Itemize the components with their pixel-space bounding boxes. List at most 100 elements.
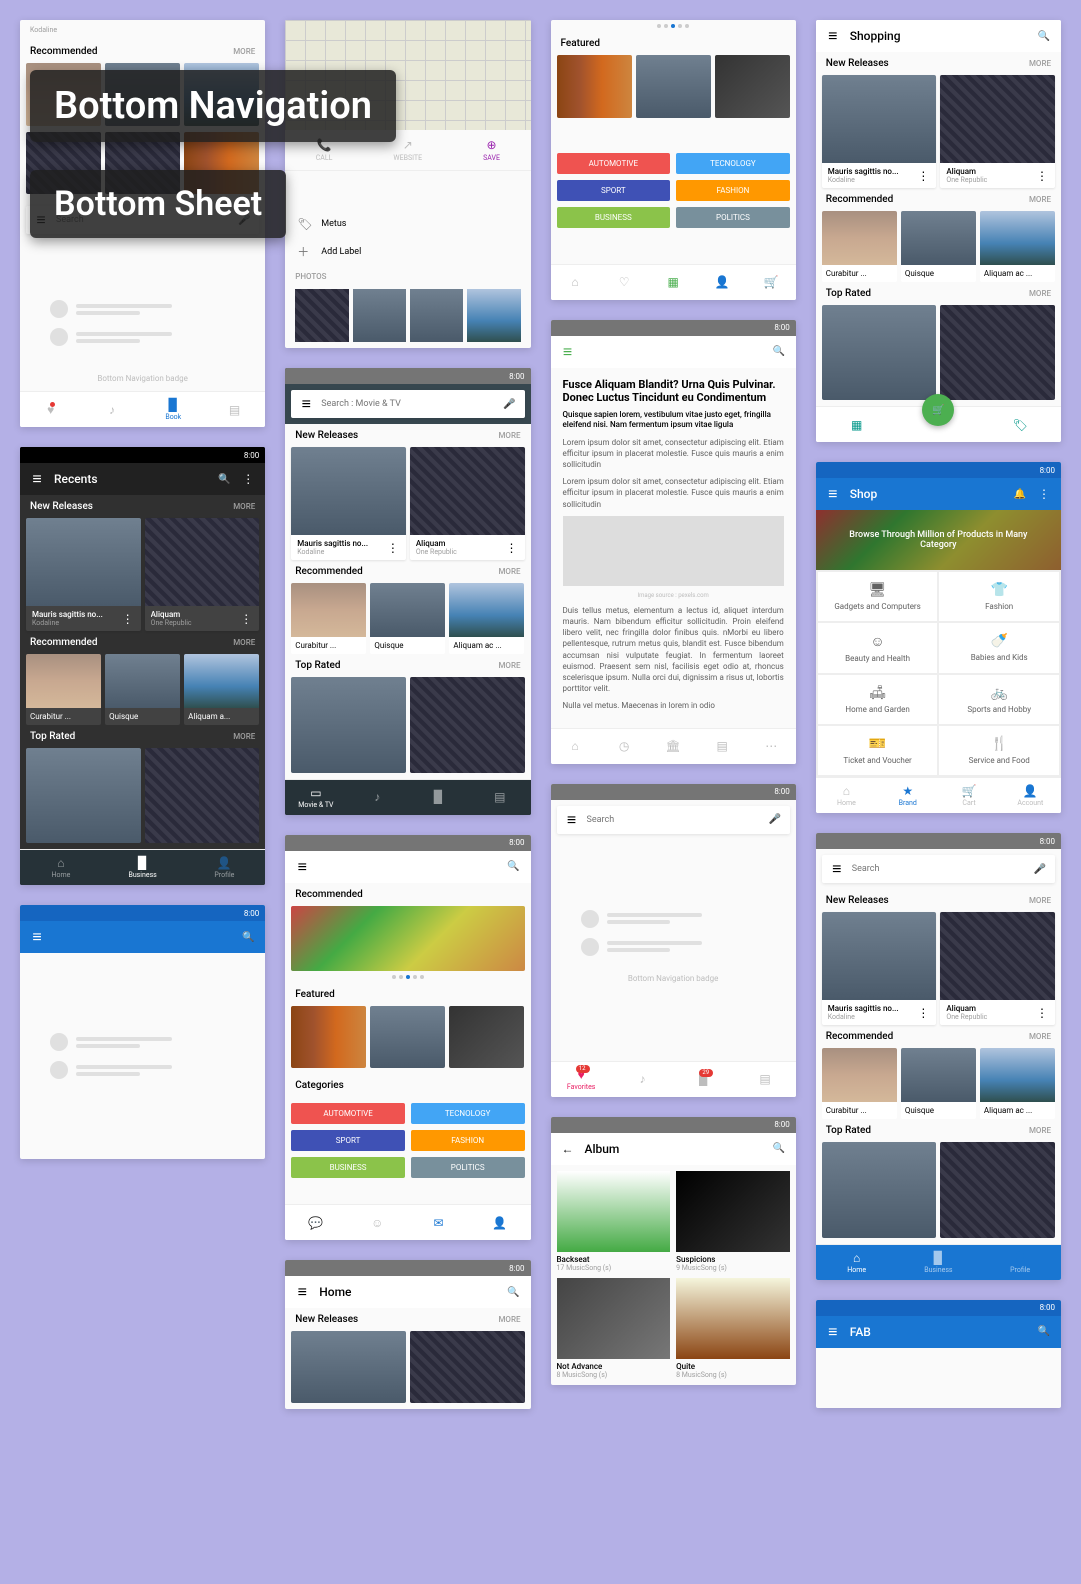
mic-icon[interactable]	[768, 813, 782, 827]
cat-business[interactable]: BUSINESS	[291, 1157, 405, 1178]
mic-icon[interactable]	[503, 397, 517, 411]
search-icon[interactable]	[217, 472, 231, 486]
menu-icon[interactable]	[826, 29, 840, 43]
menu-icon[interactable]	[299, 397, 313, 411]
cat-beauty[interactable]: ☺Beauty and Health	[818, 623, 938, 673]
cat-sport[interactable]: SPORT	[291, 1130, 405, 1151]
cat-automotive[interactable]: AUTOMOTIVE	[291, 1103, 405, 1124]
list-item-metus[interactable]: 🏷Metus	[285, 211, 530, 237]
phone-shopping: Shopping New ReleasesMORE Mauris sagitti…	[816, 20, 1061, 442]
more-icon[interactable]	[1037, 487, 1051, 501]
mic-icon[interactable]	[1033, 862, 1047, 876]
back-icon[interactable]	[561, 1142, 575, 1156]
menu-icon[interactable]	[30, 472, 44, 486]
nav-apps[interactable]: ▦	[816, 418, 898, 432]
search-input[interactable]	[587, 815, 760, 825]
search-input[interactable]	[321, 399, 494, 409]
phone-album: 8:00 Album Backseat17 MusicSong (s) Susp…	[551, 1117, 796, 1385]
nav-profile[interactable]: 👤Profile	[979, 1251, 1061, 1274]
list-item-add-label[interactable]: ＋Add Label	[285, 237, 530, 266]
nav-home[interactable]: ⌂	[551, 275, 600, 289]
bottom-nav: ♥Favorites ♪ ▉ ▤	[551, 1061, 796, 1097]
card-more[interactable]	[239, 612, 253, 626]
cat-ticket[interactable]: 🎫Ticket and Voucher	[818, 726, 938, 775]
menu-icon[interactable]	[295, 860, 309, 874]
album-item[interactable]: Backseat17 MusicSong (s)	[557, 1171, 671, 1272]
cat-gadgets[interactable]: 🖥Gadgets and Computers	[818, 572, 938, 621]
cat-fashion[interactable]: 👕Fashion	[939, 572, 1059, 621]
cat-politics[interactable]: POLITICS	[411, 1157, 525, 1178]
card-more[interactable]	[121, 612, 135, 626]
search-input[interactable]	[852, 864, 1025, 874]
nav-grid[interactable]: ▦	[649, 275, 698, 289]
nav-home[interactable]: ⌂Home	[20, 856, 102, 879]
card[interactable]: Mauris sagittis no...Kodaline	[26, 518, 141, 631]
album-item[interactable]: Not Advance8 MusicSong (s)	[557, 1278, 671, 1379]
more-link[interactable]: MORE	[233, 47, 255, 56]
search-icon[interactable]	[507, 1285, 521, 1299]
album-item[interactable]: Suspicions9 MusicSong (s)	[676, 1171, 790, 1272]
menu-icon[interactable]	[565, 813, 579, 827]
nav-news[interactable]: ▤	[204, 403, 265, 417]
phone-search-badge: 8:00 Bottom Navigation badge ♥Favorites …	[551, 784, 796, 1097]
nav-cart[interactable]: 🛒Cart	[938, 784, 999, 807]
photo[interactable]	[467, 289, 520, 342]
menu-icon[interactable]	[826, 487, 840, 501]
nav-book[interactable]: ▉Book	[143, 398, 204, 421]
more-icon[interactable]	[241, 472, 255, 486]
phone-shop: 8:00 Shop Browse Through Million of Prod…	[816, 462, 1061, 813]
nav-profile[interactable]: 👤	[698, 275, 747, 289]
photo[interactable]	[410, 289, 463, 342]
nav-account[interactable]: 👤Account	[1000, 784, 1061, 807]
nav-business[interactable]: ▉Business	[102, 856, 184, 879]
search-icon[interactable]	[1037, 1325, 1051, 1339]
cat-technology[interactable]: TECNOLOGY	[411, 1103, 525, 1124]
nav-brand[interactable]: ★Brand	[877, 784, 938, 807]
action-website[interactable]: ↗WEBSITE	[393, 138, 422, 162]
search-icon[interactable]	[507, 860, 521, 874]
nav-business[interactable]: ▉Business	[898, 1251, 980, 1274]
nav-music[interactable]: ♪	[81, 403, 142, 417]
search-icon[interactable]	[1037, 29, 1051, 43]
nav-tags[interactable]: 🏷	[979, 418, 1061, 432]
search-icon[interactable]	[241, 930, 255, 944]
nav-profile[interactable]: 👤Profile	[184, 856, 266, 879]
cat-service[interactable]: 🍴Service and Food	[939, 726, 1059, 775]
album-item[interactable]: Quite8 MusicSong (s)	[676, 1278, 790, 1379]
small-card[interactable]: Curabitur ...	[26, 654, 101, 725]
cat-babies[interactable]: 🍼Babies and Kids	[939, 623, 1059, 673]
card[interactable]: AliquamOne Republic	[145, 518, 260, 631]
bottom-nav: ⌂ ♡ ▦ 👤 🛒	[551, 264, 796, 300]
menu-icon[interactable]	[30, 930, 44, 944]
menu-icon[interactable]	[561, 345, 575, 359]
status-time: 8:00	[244, 451, 259, 460]
small-card[interactable]: Quisque	[105, 654, 180, 725]
menu-icon[interactable]	[826, 1325, 840, 1339]
stroller-icon: 🍼	[990, 633, 1007, 649]
nav-home[interactable]: ⌂Home	[816, 784, 877, 807]
nav-cart[interactable]: 🛒	[747, 275, 796, 289]
hero-image[interactable]	[291, 906, 524, 971]
nav-home[interactable]: ⌂Home	[816, 1251, 898, 1274]
shirt-icon: 👕	[990, 582, 1007, 598]
search-icon[interactable]	[772, 1142, 786, 1156]
nav-fav[interactable]: ♡	[600, 275, 649, 289]
photo[interactable]	[353, 289, 406, 342]
cat-fashion[interactable]: FASHION	[411, 1130, 525, 1151]
bottom-nav: ⌂Home ▉Business 👤Profile	[20, 849, 265, 885]
photo[interactable]	[295, 289, 348, 342]
small-card[interactable]: Aliquam a...	[184, 654, 259, 725]
phone-recents-dark: 8:00 Recents New ReleasesMORE Mauris sag…	[20, 447, 265, 885]
nav-movie[interactable]: ▭Movie & TV	[285, 786, 346, 809]
action-save[interactable]: ⊕SAVE	[483, 138, 500, 162]
overlay-bottom-navigation: Bottom Navigation	[30, 70, 396, 142]
search-icon[interactable]	[772, 345, 786, 359]
bell-icon[interactable]	[1013, 487, 1027, 501]
menu-icon[interactable]	[830, 862, 844, 876]
cat-home[interactable]: 🛋Home and Garden	[818, 675, 938, 724]
nav-favorites[interactable]: ♥Favorites	[551, 1068, 612, 1091]
cat-sports[interactable]: 🚲Sports and Hobby	[939, 675, 1059, 724]
fab-cart[interactable]: 🛒	[922, 394, 954, 426]
menu-icon[interactable]	[295, 1285, 309, 1299]
nav-fav[interactable]: ♥	[20, 403, 81, 417]
